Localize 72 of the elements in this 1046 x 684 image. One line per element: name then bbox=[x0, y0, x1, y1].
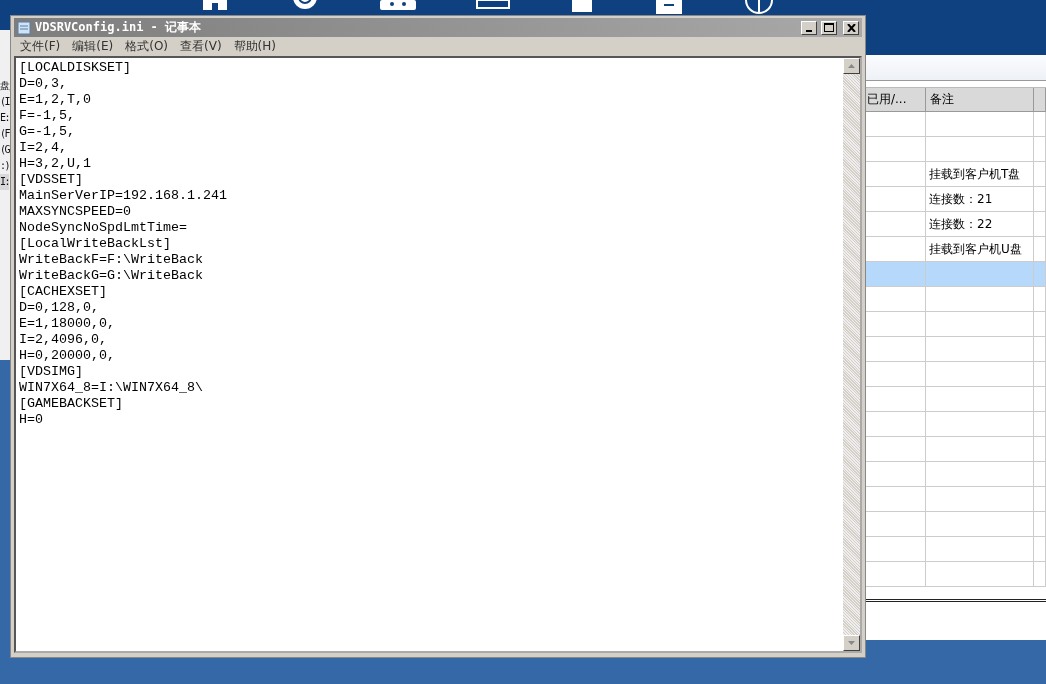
table-row[interactable] bbox=[866, 312, 1046, 337]
text-line: [VDSIMG] bbox=[19, 364, 84, 380]
table-row[interactable] bbox=[866, 287, 1046, 312]
text-line: WriteBackG=G:\WriteBack bbox=[19, 268, 204, 284]
table-row[interactable] bbox=[866, 512, 1046, 537]
menu-item[interactable]: 格式(O) bbox=[125, 38, 169, 55]
table-row[interactable] bbox=[866, 412, 1046, 437]
text-line: H=0,20000,0, bbox=[19, 348, 116, 364]
table-row[interactable] bbox=[866, 437, 1046, 462]
text-line: D=0,3, bbox=[19, 76, 68, 92]
table-row[interactable]: 连接数：21 bbox=[866, 187, 1046, 212]
table-cell: 连接数：21 bbox=[926, 187, 1034, 212]
text-line: MAXSYNCSPEED=0 bbox=[19, 204, 132, 220]
menu-item[interactable]: 查看(V) bbox=[180, 38, 222, 55]
scrollbar[interactable] bbox=[843, 58, 860, 651]
drive-label: I: bbox=[0, 174, 9, 190]
text-line: G=-1,5, bbox=[19, 124, 76, 140]
scroll-down-button[interactable] bbox=[843, 635, 860, 651]
text-line: E=1,18000,0, bbox=[19, 316, 116, 332]
text-line: H=3,2,U,1 bbox=[19, 156, 92, 172]
selected-row[interactable] bbox=[866, 262, 1046, 287]
drive-label: (F bbox=[0, 127, 9, 141]
table-row[interactable] bbox=[866, 112, 1046, 137]
column-header: 备注 bbox=[926, 88, 1034, 112]
text-line: [CACHEXSET] bbox=[19, 284, 108, 300]
text-line: I=2,4096,0, bbox=[19, 332, 108, 348]
minimize-button[interactable] bbox=[801, 20, 817, 35]
column-header: 已用/... bbox=[866, 88, 926, 112]
minimize-icon bbox=[806, 29, 812, 32]
table-cell: 挂载到客户机T盘 bbox=[926, 162, 1034, 187]
text-line: D=0,128,0, bbox=[19, 300, 100, 316]
close-icon bbox=[846, 23, 856, 32]
notepad-icon bbox=[17, 20, 31, 35]
menu-item[interactable]: 帮助(H) bbox=[233, 38, 276, 55]
column-header bbox=[1034, 88, 1046, 112]
table-row[interactable] bbox=[866, 537, 1046, 562]
text-line: [VDSSET] bbox=[19, 172, 84, 188]
menu-item[interactable]: 文件(F) bbox=[20, 38, 61, 55]
text-line: WriteBackF=F:\WriteBack bbox=[19, 252, 204, 268]
drive-label: 盘 bbox=[0, 79, 9, 93]
text-line: H=0 bbox=[19, 412, 44, 428]
maximize-button[interactable] bbox=[821, 20, 837, 35]
window-title: VDSRVConfig.ini - 记事本 bbox=[35, 19, 203, 36]
text-line: I=2,4, bbox=[19, 140, 68, 156]
text-line: F=-1,5, bbox=[19, 108, 76, 124]
drive-label: E: bbox=[0, 111, 9, 125]
table-row[interactable] bbox=[866, 387, 1046, 412]
text-line: NodeSyncNoSpdLmtTime= bbox=[19, 220, 188, 236]
down-arrow-icon bbox=[848, 641, 855, 645]
text-line: WIN7X64_8=I:\WIN7X64_8\ bbox=[19, 380, 204, 396]
scroll-up-button[interactable] bbox=[843, 58, 860, 74]
table-cell: 连接数：22 bbox=[926, 212, 1034, 237]
text-line: [LocalWriteBackLst] bbox=[19, 236, 172, 252]
table-row[interactable] bbox=[866, 362, 1046, 387]
drive-label: (I bbox=[0, 95, 9, 109]
close-button[interactable] bbox=[843, 20, 859, 35]
table-row[interactable] bbox=[866, 137, 1046, 162]
text-line: [LOCALDISKSET] bbox=[19, 60, 132, 76]
text-line: MainSerVerIP=192.168.1.241 bbox=[19, 188, 228, 204]
drive-label: (G bbox=[0, 143, 9, 157]
table-row[interactable]: 挂载到客户机T盘 bbox=[866, 162, 1046, 187]
drive-label: :) bbox=[0, 159, 9, 173]
table-row[interactable] bbox=[866, 487, 1046, 512]
up-arrow-icon bbox=[848, 64, 855, 68]
text-line: [GAMEBACKSET] bbox=[19, 396, 124, 412]
table-row[interactable] bbox=[866, 462, 1046, 487]
text-line: E=1,2,T,0 bbox=[19, 92, 92, 108]
table-row[interactable] bbox=[866, 337, 1046, 362]
maximize-icon bbox=[824, 23, 834, 32]
table-row[interactable] bbox=[866, 562, 1046, 587]
menu-item[interactable]: 编辑(E) bbox=[72, 38, 114, 55]
table-row[interactable]: 连接数：22 bbox=[866, 212, 1046, 237]
